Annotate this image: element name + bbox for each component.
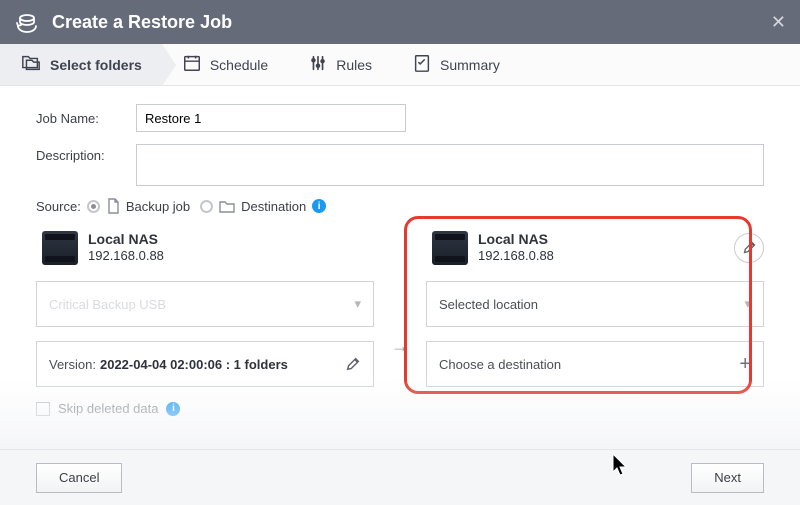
selected-location-value: Selected location [439,297,538,312]
step-rules[interactable]: Rules [288,44,392,85]
info-icon[interactable]: i [166,402,180,416]
edit-destination-button[interactable] [734,233,764,263]
plus-icon: + [739,353,751,376]
description-input[interactable] [136,144,764,186]
device-text: Local NAS 192.168.0.88 [88,230,164,265]
next-button[interactable]: Next [691,463,764,493]
step-label: Summary [440,57,500,73]
skip-deleted-label: Skip deleted data [58,401,158,416]
modal-body: Job Name: Description: Source: Backup jo… [0,86,800,449]
calendar-icon [182,53,202,76]
nas-icon [42,231,78,265]
description-label: Description: [36,144,136,163]
destination-column: Local NAS 192.168.0.88 Selected location… [426,224,764,401]
nas-icon [432,231,468,265]
source-device: Local NAS 192.168.0.88 [42,230,374,265]
chevron-down-icon: ▾ [744,296,751,312]
radio-destination[interactable] [200,200,213,213]
device-text: Local NAS 192.168.0.88 [478,230,554,265]
wizard-steps: Select folders Schedule Rules Summary [0,44,800,86]
job-name-row: Job Name: [36,104,764,132]
source-device-ip: 192.168.0.88 [88,248,164,265]
destination-device-name: Local NAS [478,230,554,248]
source-device-name: Local NAS [88,230,164,248]
restore-job-modal: Create a Restore Job ✕ Select folders Sc… [0,0,800,505]
choose-destination-label: Choose a destination [439,357,561,372]
step-select-folders[interactable]: Select folders [0,44,162,85]
description-row: Description: [36,144,764,186]
sliders-icon [308,53,328,76]
modal-title: Create a Restore Job [52,12,232,33]
choose-destination-field[interactable]: Choose a destination + [426,341,764,387]
job-name-input[interactable] [136,104,406,132]
radio-backup-job[interactable] [87,200,100,213]
source-dest-columns: Local NAS 192.168.0.88 Critical Backup U… [36,224,764,416]
edit-icon[interactable] [345,356,361,372]
step-label: Rules [336,57,372,73]
version-field[interactable]: Version: 2022-04-04 02:00:06 : 1 folders [36,341,374,387]
backup-job-select[interactable]: Critical Backup USB ▾ [36,281,374,327]
chevron-down-icon: ▾ [354,296,361,312]
skip-deleted-checkbox[interactable] [36,402,50,416]
selected-location-select[interactable]: Selected location ▾ [426,281,764,327]
cancel-button[interactable]: Cancel [36,463,122,493]
source-destination-label: Destination [241,199,306,214]
destination-device-ip: 192.168.0.88 [478,248,554,265]
close-icon[interactable]: ✕ [771,12,786,33]
version-value: 2022-04-04 02:00:06 : 1 folders [100,357,288,372]
source-column: Local NAS 192.168.0.88 Critical Backup U… [36,224,374,416]
folder-icon [219,199,235,213]
modal-footer: Cancel Next [0,449,800,505]
file-icon [106,198,120,214]
version-label: Version: [49,357,96,372]
source-row: Source: Backup job Destination i [36,198,764,214]
titlebar: Create a Restore Job ✕ [0,0,800,44]
arrow-right-icon: → [390,336,410,357]
source-backup-job-label: Backup job [126,199,190,214]
step-schedule[interactable]: Schedule [162,44,288,85]
info-icon[interactable]: i [312,199,326,213]
job-name-label: Job Name: [36,111,136,126]
folders-icon [20,53,42,76]
source-label: Source: [36,199,81,214]
step-summary[interactable]: Summary [392,44,520,85]
skip-deleted-row: Skip deleted data i [36,401,374,416]
restore-app-icon [14,9,40,35]
summary-icon [412,53,432,76]
step-label: Schedule [210,57,268,73]
destination-device: Local NAS 192.168.0.88 [432,230,764,265]
backup-job-select-value: Critical Backup USB [49,297,166,312]
step-label: Select folders [50,57,142,73]
